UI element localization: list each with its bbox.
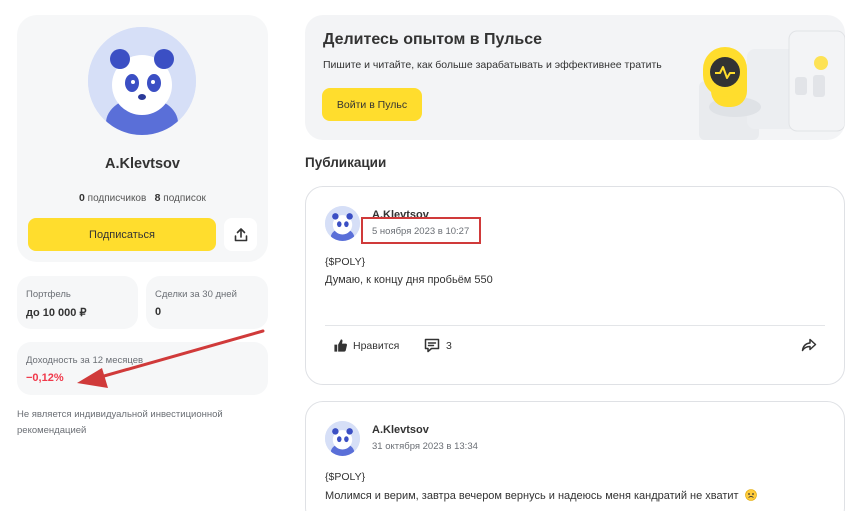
comment-icon <box>424 338 440 353</box>
thumbs-up-icon <box>334 339 348 352</box>
post-text: Думаю, к концу дня пробьём 550 <box>325 274 493 286</box>
banner-title: Делитесь опытом в Пульсе <box>323 31 543 48</box>
post-text: Молимся и верим, завтра вечером вернусь … <box>325 489 757 502</box>
yield-card: Доходность за 12 месяцев −0,12% <box>17 342 268 395</box>
publications-title: Публикации <box>305 155 387 170</box>
deals-label: Сделки за 30 дней <box>155 289 237 300</box>
post-date[interactable]: 31 октября 2023 в 13:34 <box>372 441 478 452</box>
like-button[interactable]: Нравится <box>333 338 399 353</box>
emoji-icon <box>744 489 757 501</box>
portfolio-label: Портфель <box>26 289 71 300</box>
post-author[interactable]: A.Klevtsov <box>372 424 429 436</box>
panda-avatar-icon <box>88 27 196 135</box>
comments-count: 3 <box>446 339 452 352</box>
avatar[interactable] <box>88 27 196 135</box>
portfolio-value: до 10 000 ₽ <box>26 307 87 319</box>
post-avatar[interactable] <box>325 421 360 456</box>
panda-avatar-icon <box>325 206 360 241</box>
date-highlight-annotation <box>361 217 481 244</box>
followers-count[interactable]: 0 <box>79 192 85 204</box>
following-label[interactable]: подписок <box>163 193 206 204</box>
share-arrow-icon <box>801 338 817 352</box>
subscribe-button[interactable]: Подписаться <box>28 218 216 251</box>
post-ticker[interactable]: {$POLY} <box>325 256 365 268</box>
following-count[interactable]: 8 <box>155 192 161 204</box>
pulse-banner: Делитесь опытом в Пульсе Пишите и читайт… <box>305 15 845 140</box>
banner-text: Пишите и читайте, как больше зарабатыват… <box>323 59 662 71</box>
deals-value: 0 <box>155 306 162 318</box>
post-ticker[interactable]: {$POLY} <box>325 471 365 483</box>
share-post-button[interactable] <box>801 337 817 358</box>
deals-card: Сделки за 30 дней 0 <box>146 276 268 329</box>
followers-label[interactable]: подписчиков <box>88 193 147 204</box>
portfolio-card: Портфель до 10 000 ₽ <box>17 276 138 329</box>
post-avatar[interactable] <box>325 206 360 241</box>
pulse-illustration-icon <box>699 30 845 140</box>
profile-counts: 0 подписчиков 8 подписок <box>17 192 268 204</box>
yield-label: Доходность за 12 месяцев <box>26 355 144 366</box>
share-profile-button[interactable] <box>224 218 257 251</box>
profile-username: A.Klevtsov <box>105 156 180 172</box>
join-pulse-button[interactable]: Войти в Пульс <box>322 88 422 121</box>
post-text-content: Молимся и верим, завтра вечером вернусь … <box>325 490 739 502</box>
panda-avatar-icon <box>325 421 360 456</box>
upload-share-icon <box>234 227 247 241</box>
yield-value: −0,12% <box>26 372 64 384</box>
comments-button[interactable]: 3 <box>424 338 452 353</box>
disclaimer: Не является индивидуальной инвестиционно… <box>17 409 223 436</box>
like-label: Нравится <box>353 339 400 352</box>
profile-card: A.Klevtsov 0 подписчиков 8 подписок Подп… <box>17 15 268 262</box>
post-card: A.Klevtsov 5 ноября 2023 в 10:27 {$POLY}… <box>305 186 845 385</box>
post-card: A.Klevtsov 31 октября 2023 в 13:34 {$POL… <box>305 401 845 511</box>
divider <box>325 325 825 326</box>
